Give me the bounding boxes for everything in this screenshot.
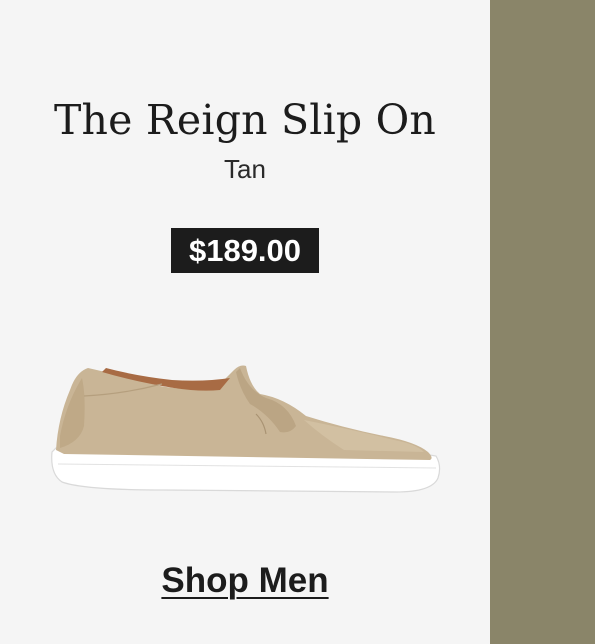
price-badge: $189.00	[171, 228, 319, 273]
slip-on-sneaker-image[interactable]	[44, 356, 444, 498]
side-color-panel	[490, 0, 595, 644]
product-title: The Reign Slip On	[54, 96, 436, 144]
product-promo-page: The Reign Slip On Tan $189.00 Shop Men	[0, 0, 595, 644]
shop-men-link[interactable]: Shop Men	[0, 558, 490, 604]
product-color-label: Tan	[224, 154, 266, 184]
product-card: The Reign Slip On Tan $189.00 Shop Men	[0, 0, 490, 644]
